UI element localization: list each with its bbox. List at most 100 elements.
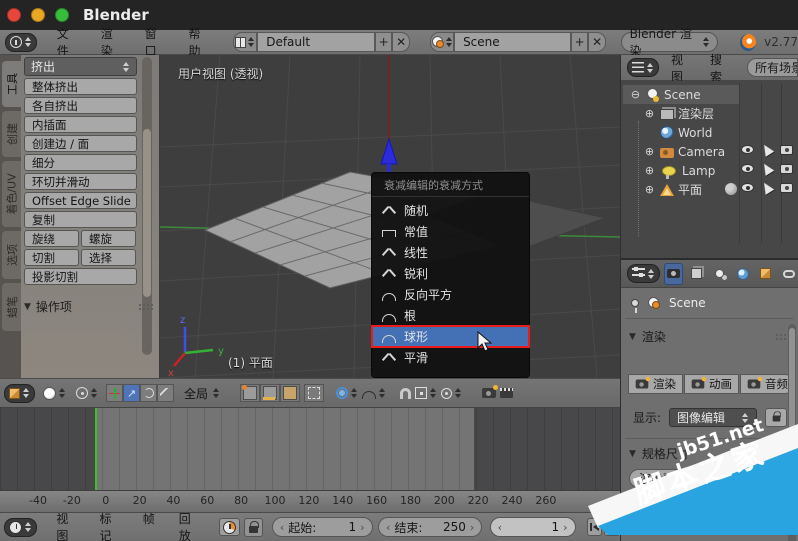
- tool-button[interactable]: 各自挤出: [24, 97, 137, 114]
- camera-restrict-icon[interactable]: [780, 183, 793, 193]
- camera-restrict-icon[interactable]: [780, 145, 793, 155]
- tool-button[interactable]: 螺旋: [81, 230, 136, 247]
- tab-object[interactable]: [756, 263, 775, 285]
- falloff-menu-item[interactable]: 反向平方: [372, 284, 529, 305]
- info-editor-button[interactable]: [5, 33, 37, 52]
- expand-toggle-icon[interactable]: ⊖: [629, 88, 642, 101]
- camera-restrict-icon[interactable]: [780, 164, 793, 174]
- tool-button[interactable]: 内插面: [24, 116, 137, 133]
- delete-scene-button[interactable]: ✕: [588, 32, 606, 52]
- panel-grip-icon[interactable]: [138, 303, 154, 311]
- falloff-menu-item[interactable]: 随机: [372, 200, 529, 221]
- tab-world[interactable]: [733, 263, 752, 285]
- pin-icon[interactable]: [631, 299, 639, 307]
- timeline-menu-item[interactable]: 帧: [131, 510, 167, 541]
- timeline-editor-type-button[interactable]: [4, 518, 37, 537]
- tool-button[interactable]: 选择: [81, 249, 136, 266]
- current-frame-field[interactable]: ‹ 1 ›: [490, 517, 576, 537]
- render-action-button[interactable]: 音频: [740, 374, 795, 394]
- vertex-select-button[interactable]: [240, 384, 260, 402]
- current-frame-line[interactable]: [95, 408, 97, 490]
- end-frame-field[interactable]: ‹ 结束: 250 ›: [378, 517, 482, 537]
- transform-orientation-dropdown[interactable]: 全局: [180, 385, 224, 402]
- falloff-menu-item[interactable]: 常值: [372, 221, 529, 242]
- falloff-menu-item[interactable]: 平滑: [372, 347, 529, 368]
- outliner-row[interactable]: ⊕ Camera: [621, 142, 798, 161]
- tool-button[interactable]: 复制: [24, 211, 137, 228]
- outliner-row[interactable]: ⊖ Scene: [621, 85, 798, 104]
- expand-toggle-icon[interactable]: ⊕: [643, 164, 656, 177]
- scale-manipulator-button[interactable]: [157, 384, 174, 402]
- menu-item[interactable]: 文件: [45, 25, 89, 59]
- timeline-body[interactable]: [0, 408, 620, 490]
- tool-button[interactable]: 细分: [24, 154, 137, 171]
- cursor-icon[interactable]: [760, 180, 774, 195]
- extrude-menu-header[interactable]: 挤出: [24, 57, 137, 76]
- cursor-icon[interactable]: [760, 161, 774, 176]
- menu-item[interactable]: 窗口: [133, 25, 177, 59]
- tool-shelf-tab[interactable]: 蜡笔: [2, 283, 21, 331]
- viewport-shading-dropdown[interactable]: [41, 384, 68, 402]
- properties-editor-type-button[interactable]: [627, 264, 660, 283]
- outliner-row[interactable]: World: [621, 123, 798, 142]
- render-panel-header[interactable]: ▼ 渲染: [629, 328, 791, 345]
- outliner-menu-item[interactable]: 搜索: [702, 51, 741, 85]
- proportional-editing-dropdown[interactable]: [334, 384, 360, 402]
- translate-manipulator-button[interactable]: ↗: [123, 384, 140, 402]
- tool-button[interactable]: 切割: [24, 249, 79, 266]
- viewport-3d[interactable]: z y x 用户视图 (透视) (1) 平面 衰减编辑的衰减方式 随机: [160, 55, 620, 378]
- eye-icon[interactable]: [741, 183, 754, 192]
- render-engine-dropdown[interactable]: Blender 渲染: [621, 32, 719, 52]
- timeline-menu-item[interactable]: 视图: [44, 510, 87, 541]
- edge-select-button[interactable]: [260, 384, 280, 402]
- minimize-window-button[interactable]: [31, 8, 45, 22]
- expand-toggle-icon[interactable]: ⊕: [643, 107, 656, 120]
- lock-frame-button[interactable]: [244, 518, 263, 537]
- scene-name-field[interactable]: Scene: [454, 32, 571, 52]
- tool-shelf-tab[interactable]: 选项: [2, 231, 21, 279]
- tool-button[interactable]: 旋绕: [24, 230, 79, 247]
- outliner-editor-type-button[interactable]: [627, 58, 659, 77]
- close-window-button[interactable]: [7, 8, 21, 22]
- eye-icon[interactable]: [741, 164, 754, 173]
- tool-button[interactable]: 环切并滑动: [24, 173, 137, 190]
- scrollbar-thumb[interactable]: [143, 129, 151, 297]
- render-action-button[interactable]: 动画: [684, 374, 739, 394]
- scene-selector-button[interactable]: [430, 32, 454, 52]
- tool-shelf-tab[interactable]: 工具: [2, 61, 21, 107]
- tab-constraints[interactable]: [779, 263, 798, 285]
- add-scene-button[interactable]: +: [571, 32, 589, 52]
- tab-scene[interactable]: [710, 263, 729, 285]
- tool-button[interactable]: Offset Edge Slide: [24, 192, 137, 209]
- outliner-filter-dropdown[interactable]: 所有场景: [747, 58, 798, 77]
- expand-toggle-icon[interactable]: ⊕: [643, 183, 656, 196]
- timeline-ruler[interactable]: -40-200204060801001201401601802002202402…: [0, 490, 620, 512]
- opengl-render-button[interactable]: [480, 384, 498, 402]
- render-action-button[interactable]: 渲染: [628, 374, 683, 394]
- snap-target-dropdown[interactable]: [439, 384, 464, 402]
- tool-button[interactable]: 创建边 / 面: [24, 135, 137, 152]
- menu-item[interactable]: 渲染: [89, 25, 133, 59]
- timeline-menu-item[interactable]: 标记: [88, 510, 131, 541]
- time-sync-button[interactable]: [219, 518, 239, 536]
- falloff-dropdown[interactable]: [360, 384, 388, 402]
- add-layout-button[interactable]: +: [375, 32, 393, 52]
- delete-layout-button[interactable]: ✕: [392, 32, 410, 52]
- snap-toggle-button[interactable]: [398, 384, 413, 402]
- pivot-point-dropdown[interactable]: [74, 384, 100, 402]
- tab-render[interactable]: [664, 263, 683, 285]
- cursor-icon[interactable]: [760, 142, 774, 157]
- expand-toggle-icon[interactable]: ⊕: [643, 145, 656, 158]
- start-frame-field[interactable]: ‹ 起始: 1 ›: [272, 517, 373, 537]
- tab-render-layers[interactable]: [687, 263, 706, 285]
- falloff-menu-item[interactable]: 锐利: [372, 263, 529, 284]
- timeline-menu-item[interactable]: 回放: [167, 510, 210, 541]
- outliner-row[interactable]: ⊕ Lamp: [621, 161, 798, 180]
- outliner-row[interactable]: ⊕ 渲染层: [621, 104, 798, 123]
- face-select-button[interactable]: [280, 384, 300, 402]
- tool-button[interactable]: 投影切割: [24, 268, 137, 285]
- tool-shelf-tab[interactable]: 创建: [2, 111, 21, 157]
- opengl-render-anim-button[interactable]: [498, 384, 515, 402]
- screen-layout-button[interactable]: [233, 32, 257, 52]
- tool-button[interactable]: 整体挤出: [24, 78, 137, 95]
